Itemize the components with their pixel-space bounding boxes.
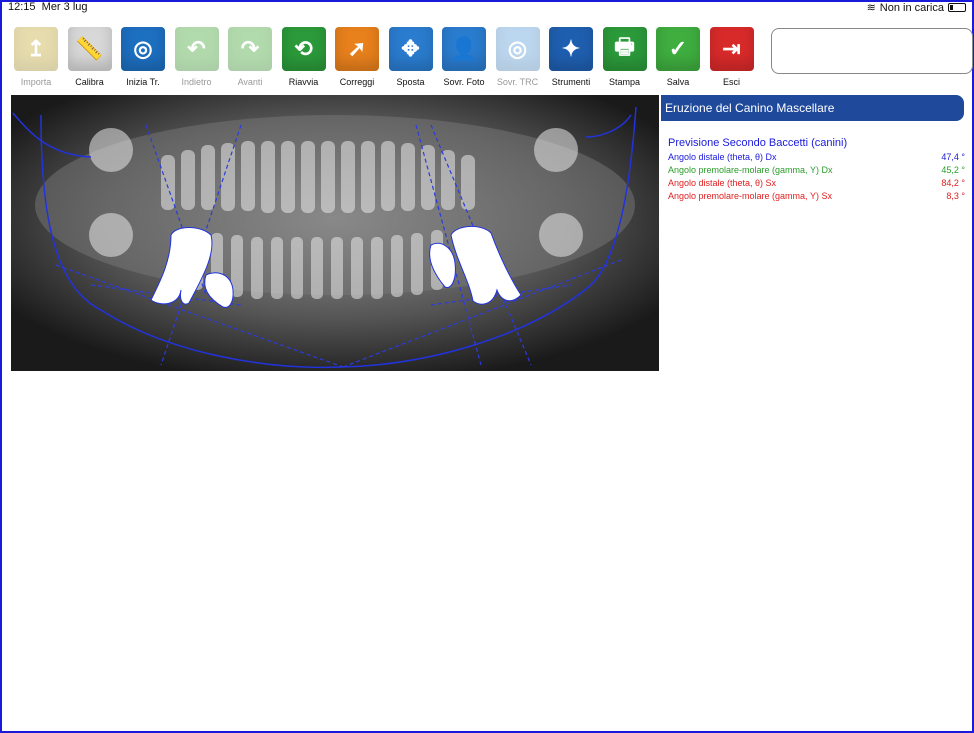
- trc-overlay-icon: ◎: [495, 27, 540, 71]
- folder-upload-icon: ↥: [14, 27, 58, 71]
- toolbar-button-label: Indietro: [181, 77, 212, 87]
- toolbar-button-label: Importa: [20, 77, 52, 87]
- measurement-value: 8,3 °: [946, 191, 965, 201]
- toolbar-button-label: Avanti: [237, 77, 263, 87]
- measurement-row: Angolo distale (theta, θ) Dx 47,4 °: [668, 151, 965, 164]
- redo-icon: ↷: [228, 27, 272, 71]
- toolbar-button-sposta[interactable]: ✥ Sposta: [385, 27, 437, 89]
- toolbar-button-riavvia[interactable]: ⟲ Riavvia: [278, 27, 330, 89]
- toolbar-button-inizia-tr[interactable]: ◎ Inizia Tr.: [117, 27, 169, 89]
- photo-overlay-icon: 👤: [442, 27, 486, 71]
- analysis-subtitle: Previsione Secondo Baccetti (canini): [668, 137, 848, 149]
- status-bar: 12:15 Mer 3 lug ≋ Non in carica: [8, 1, 966, 15]
- search-input[interactable]: [771, 28, 973, 74]
- toolbar-button-importa[interactable]: ↥ Importa: [10, 27, 62, 89]
- toolbar-button-indietro[interactable]: ↶ Indietro: [171, 27, 223, 89]
- toolbar-button-sovr-trc[interactable]: ◎ Sovr. TRC: [492, 27, 544, 89]
- printer-icon: 🖶: [602, 27, 647, 71]
- measurement-label: Angolo distale (theta, θ) Sx: [668, 178, 777, 188]
- toolbar-button-label: Riavvia: [288, 77, 319, 87]
- toolbar-button-correggi[interactable]: ➚ Correggi: [331, 27, 383, 89]
- undo-icon: ↶: [174, 27, 219, 71]
- toolbar-button-label: Salva: [666, 77, 690, 87]
- measurement-row: Angolo distale (theta, θ) Sx 84,2 °: [668, 177, 965, 190]
- toolbar-button-label: Inizia Tr.: [126, 77, 160, 87]
- restart-icon: ⟲: [281, 27, 326, 71]
- charging-status: Non in carica: [879, 1, 944, 14]
- panoramic-xray-image[interactable]: [11, 95, 659, 371]
- measurement-row: Angolo premolare-molare (gamma, Υ) Dx 45,…: [668, 164, 965, 177]
- correct-icon: ➚: [335, 27, 379, 71]
- toolbar-button-label: Strumenti: [551, 77, 591, 87]
- move-arrows-icon: ✥: [388, 27, 433, 71]
- measurement-label: Angolo premolare-molare (gamma, Υ) Dx: [668, 165, 833, 175]
- toolbar-button-label: Correggi: [339, 77, 375, 87]
- toolbar-button-label: Sovr. TRC: [496, 77, 539, 87]
- status-time: 12:15 Mer 3 lug: [8, 1, 88, 13]
- battery-icon: [948, 3, 966, 12]
- toolbar-button-esci[interactable]: ⇥ Esci: [706, 27, 758, 89]
- wifi-icon: ≋: [866, 2, 876, 14]
- ruler-icon: 📏: [67, 27, 112, 71]
- exit-icon: ⇥: [709, 27, 754, 71]
- toolbar-button-salva[interactable]: ✓ Salva: [652, 27, 704, 89]
- toolbar-button-calibra[interactable]: 📏 Calibra: [64, 27, 116, 89]
- checkmark-icon: ✓: [656, 27, 700, 71]
- toolbar-button-label: Esci: [722, 77, 740, 87]
- toolbar-button-strumenti[interactable]: ✦ Strumenti: [545, 27, 597, 89]
- toolbar-button-sovr-foto[interactable]: 👤 Sovr. Foto: [438, 27, 490, 89]
- toolbar-button-label: Calibra: [75, 77, 104, 87]
- measurement-value: 47,4 °: [941, 152, 965, 162]
- magic-wand-icon: ✦: [549, 27, 593, 71]
- toolbar-button-avanti[interactable]: ↷ Avanti: [224, 27, 276, 89]
- panel-title: Eruzione del Canino Mascellare: [661, 95, 964, 121]
- tracing-start-icon: ◎: [121, 27, 165, 71]
- toolbar-button-label: Stampa: [608, 77, 641, 87]
- measurement-row: Angolo premolare-molare (gamma, Υ) Sx 8,3…: [668, 190, 965, 203]
- measurement-value: 84,2 °: [941, 178, 965, 188]
- xray-tracing-overlay: [11, 95, 659, 371]
- measurement-label: Angolo distale (theta, θ) Dx: [668, 152, 777, 162]
- analysis-panel: Previsione Secondo Baccetti (canini) Ang…: [668, 137, 965, 203]
- status-right: ≋ Non in carica: [867, 1, 966, 14]
- measurement-label: Angolo premolare-molare (gamma, Υ) Sx: [668, 191, 833, 201]
- measurement-value: 45,2 °: [941, 165, 965, 175]
- toolbar-button-label: Sposta: [396, 77, 425, 87]
- toolbar-button-label: Sovr. Foto: [443, 77, 485, 87]
- toolbar-button-stampa[interactable]: 🖶 Stampa: [599, 27, 651, 89]
